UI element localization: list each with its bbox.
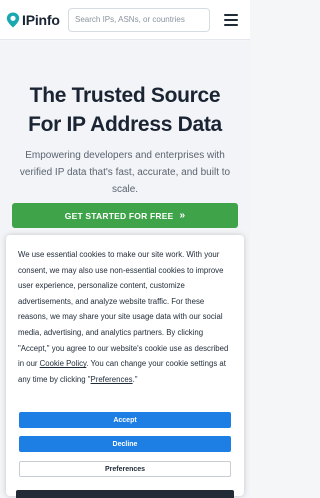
accept-button[interactable]: Accept — [19, 412, 231, 428]
menu-line — [224, 18, 238, 21]
logo[interactable]: IPinfo — [6, 12, 64, 28]
cookie-policy-link[interactable]: Cookie Policy — [40, 359, 87, 368]
hero-title-line-2: For IP Address Data — [28, 113, 222, 136]
get-started-button[interactable]: GET STARTED FOR FREE » — [12, 203, 238, 228]
menu-line — [224, 23, 238, 26]
hero-subtitle: Empowering developers and enterprises wi… — [19, 150, 231, 195]
top-header: IPinfo — [0, 0, 250, 40]
location-pin-icon — [6, 12, 20, 27]
hero-title-line-1: The Trusted Source — [29, 84, 221, 107]
hero-title: The Trusted Source For IP Address Data — [8, 81, 242, 139]
decline-button[interactable]: Decline — [19, 436, 231, 452]
double-chevron-right-icon: » — [179, 209, 186, 221]
cookie-message-end: ." — [132, 374, 138, 384]
cookie-consent-dialog: We use essential cookies to make our sit… — [6, 235, 244, 496]
bottom-bar — [16, 490, 234, 498]
logo-text: IPinfo — [22, 11, 60, 28]
cookie-message-text: We use essential cookies to make our sit… — [18, 250, 229, 369]
hamburger-menu-icon[interactable] — [224, 13, 238, 26]
cookie-message: We use essential cookies to make our sit… — [18, 247, 232, 387]
menu-line — [224, 13, 238, 16]
get-started-label: GET STARTED FOR FREE — [64, 210, 174, 221]
preferences-link[interactable]: Preferences — [91, 375, 133, 384]
preferences-button[interactable]: Preferences — [19, 461, 231, 477]
search-input[interactable] — [68, 7, 210, 32]
